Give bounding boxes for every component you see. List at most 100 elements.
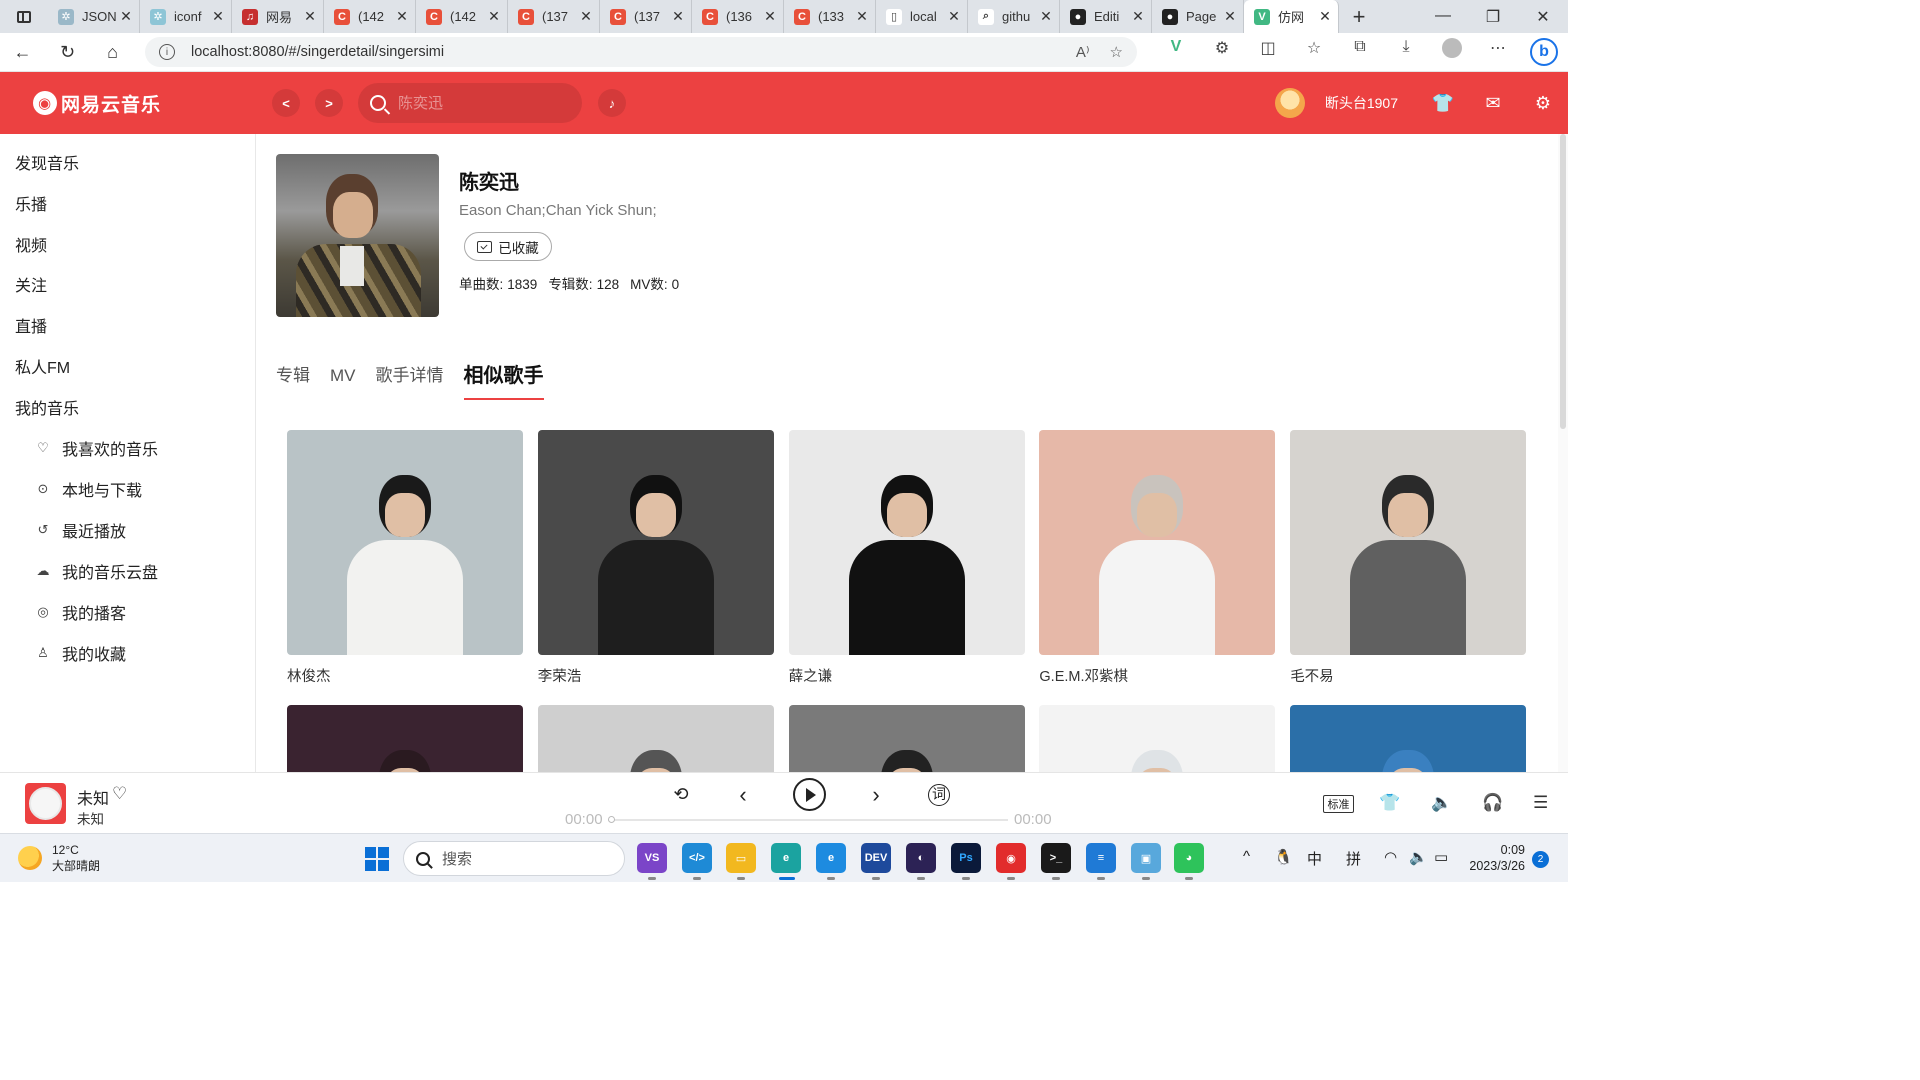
- tab-close-icon[interactable]: ✕: [395, 8, 409, 25]
- main-scrollbar[interactable]: [1558, 134, 1568, 772]
- like-icon[interactable]: ♡: [112, 784, 127, 804]
- similar-artist-name[interactable]: 林俊杰: [287, 665, 523, 686]
- browser-tab[interactable]: ⌕ githu ✕: [968, 0, 1060, 33]
- similar-artist-name[interactable]: 薛之谦: [789, 665, 1025, 686]
- tab-close-icon[interactable]: ✕: [119, 8, 133, 25]
- browser-tab[interactable]: ▯ local ✕: [876, 0, 968, 33]
- site-info-icon[interactable]: i: [159, 44, 175, 60]
- similar-artist-card[interactable]: [1290, 705, 1527, 772]
- similar-artist-card[interactable]: 林俊杰: [287, 430, 523, 686]
- history-back-button[interactable]: <: [272, 89, 300, 117]
- weather-widget[interactable]: 12°C 大部晴朗: [18, 842, 100, 874]
- ie-icon[interactable]: e: [816, 843, 846, 880]
- sidebar-item[interactable]: 视频: [15, 232, 47, 256]
- favorites-icon[interactable]: ☆: [1291, 38, 1337, 66]
- wechat-icon[interactable]: ◕: [1174, 843, 1204, 880]
- browser-tab[interactable]: ● Editi ✕: [1060, 0, 1152, 33]
- tab-close-icon[interactable]: ✕: [1039, 8, 1053, 25]
- sidebar-item[interactable]: 发现音乐: [15, 150, 79, 174]
- similar-artist-card[interactable]: [788, 705, 1025, 772]
- tab-close-icon[interactable]: ✕: [671, 8, 685, 25]
- similar-artist-photo[interactable]: [1290, 705, 1527, 772]
- tab-3[interactable]: 相似歌手: [463, 359, 544, 400]
- extensions-icon[interactable]: ⚙: [1199, 38, 1245, 66]
- clock[interactable]: 0:09 2023/3/26: [1467, 842, 1525, 874]
- similar-artist-photo[interactable]: [287, 430, 523, 655]
- snipping-icon[interactable]: ▣: [1131, 843, 1161, 880]
- sidebar-subitem[interactable]: ↺ 最近播放: [35, 518, 126, 542]
- tab-close-icon[interactable]: ✕: [487, 8, 501, 25]
- similar-artist-photo[interactable]: [537, 430, 774, 655]
- progress-handle[interactable]: [608, 816, 615, 823]
- browser-tab[interactable]: ♫ 网易 ✕: [232, 0, 324, 33]
- quality-button[interactable]: 标准: [1323, 795, 1354, 813]
- now-playing-cover[interactable]: [25, 783, 66, 824]
- similar-artist-name[interactable]: 毛不易: [1290, 665, 1526, 686]
- notepad-icon[interactable]: ≡: [1086, 843, 1116, 880]
- browser-tab[interactable]: C (136 ✕: [692, 0, 784, 33]
- new-tab-button[interactable]: +: [1339, 4, 1379, 30]
- browser-tab[interactable]: C (137 ✕: [508, 0, 600, 33]
- sidebar-item[interactable]: 乐播: [15, 191, 47, 215]
- previous-icon[interactable]: ‹: [728, 782, 758, 808]
- file-explorer-icon[interactable]: ▭: [726, 843, 756, 880]
- browser-tab[interactable]: C (142 ✕: [416, 0, 508, 33]
- collections-icon[interactable]: ⧉: [1337, 38, 1383, 66]
- tab-close-icon[interactable]: ✕: [1131, 8, 1145, 25]
- sidebar-subitem[interactable]: ♡ 我喜欢的音乐: [35, 436, 158, 460]
- similar-artist-card[interactable]: 薛之谦: [788, 430, 1025, 686]
- browser-tab[interactable]: ✲ JSON ✕: [48, 0, 140, 33]
- eclipse-icon[interactable]: ◐: [906, 843, 936, 880]
- photoshop-icon[interactable]: Ps: [951, 843, 981, 880]
- lyrics-icon[interactable]: 词: [924, 784, 954, 806]
- browser-tab[interactable]: C (142 ✕: [324, 0, 416, 33]
- terminal-icon[interactable]: >_: [1041, 843, 1071, 880]
- now-playing-artist[interactable]: 未知: [77, 808, 104, 828]
- tab-close-icon[interactable]: ✕: [1223, 8, 1237, 25]
- devcpp-icon[interactable]: DEV: [861, 843, 891, 880]
- sidebar-item[interactable]: 直播: [15, 313, 47, 337]
- skin-icon[interactable]: 👕: [1418, 93, 1468, 114]
- sidebar-subitem[interactable]: ◎ 我的播客: [35, 600, 126, 624]
- loop-mode-icon[interactable]: ⟲: [666, 784, 696, 805]
- similar-artist-name[interactable]: G.E.M.邓紫棋: [1039, 665, 1275, 686]
- tab-close-icon[interactable]: ✕: [211, 8, 225, 25]
- similar-artist-photo[interactable]: [788, 705, 1025, 772]
- ime-mode[interactable]: 拼: [1346, 848, 1361, 869]
- browser-tab[interactable]: V 仿网 ✕: [1244, 0, 1339, 33]
- tab-close-icon[interactable]: ✕: [303, 8, 317, 25]
- similar-artist-photo[interactable]: [788, 430, 1025, 655]
- collect-button[interactable]: 已收藏: [464, 232, 552, 261]
- similar-artist-photo[interactable]: [1290, 430, 1527, 655]
- browser-tab[interactable]: ✲ iconf ✕: [140, 0, 232, 33]
- history-forward-button[interactable]: >: [315, 89, 343, 117]
- tab-close-icon[interactable]: ✕: [947, 8, 961, 25]
- voice-search-button[interactable]: ♪: [598, 89, 626, 117]
- mail-icon[interactable]: ✉: [1468, 93, 1518, 114]
- netease-music-icon[interactable]: ◉: [996, 843, 1026, 880]
- sidebar-subitem[interactable]: ⊙ 本地与下载: [35, 477, 142, 501]
- sidebar-subitem[interactable]: ☁ 我的音乐云盘: [35, 559, 159, 583]
- vscode-icon[interactable]: </>: [682, 843, 712, 880]
- qq-icon[interactable]: 🐧: [1274, 848, 1293, 866]
- tab-0[interactable]: 专辑: [276, 361, 310, 390]
- volume-icon[interactable]: 🔈: [1431, 793, 1452, 813]
- tray-expand-icon[interactable]: ^: [1243, 848, 1250, 865]
- similar-artist-photo[interactable]: [1039, 430, 1276, 655]
- sidebar-item[interactable]: 关注: [15, 272, 47, 296]
- tab-1[interactable]: MV: [330, 366, 356, 390]
- refresh-button[interactable]: ↻: [45, 42, 90, 63]
- tab-2[interactable]: 歌手详情: [376, 361, 444, 390]
- notification-badge[interactable]: 2: [1532, 851, 1549, 868]
- similar-artist-card[interactable]: [1039, 705, 1276, 772]
- tab-close-icon[interactable]: ✕: [1318, 8, 1332, 25]
- scrollbar-thumb[interactable]: [1560, 134, 1566, 429]
- sidebar-subitem[interactable]: ♙ 我的收藏: [35, 641, 126, 665]
- read-aloud-icon[interactable]: A⁾: [1076, 43, 1090, 61]
- settings-icon[interactable]: ⚙: [1518, 93, 1568, 114]
- ime-lang[interactable]: 中: [1307, 848, 1322, 869]
- similar-artist-name[interactable]: 李荣浩: [538, 665, 774, 686]
- wifi-icon[interactable]: ◠: [1384, 848, 1397, 866]
- split-screen-icon[interactable]: ◫: [1245, 38, 1291, 66]
- play-button[interactable]: [793, 778, 826, 811]
